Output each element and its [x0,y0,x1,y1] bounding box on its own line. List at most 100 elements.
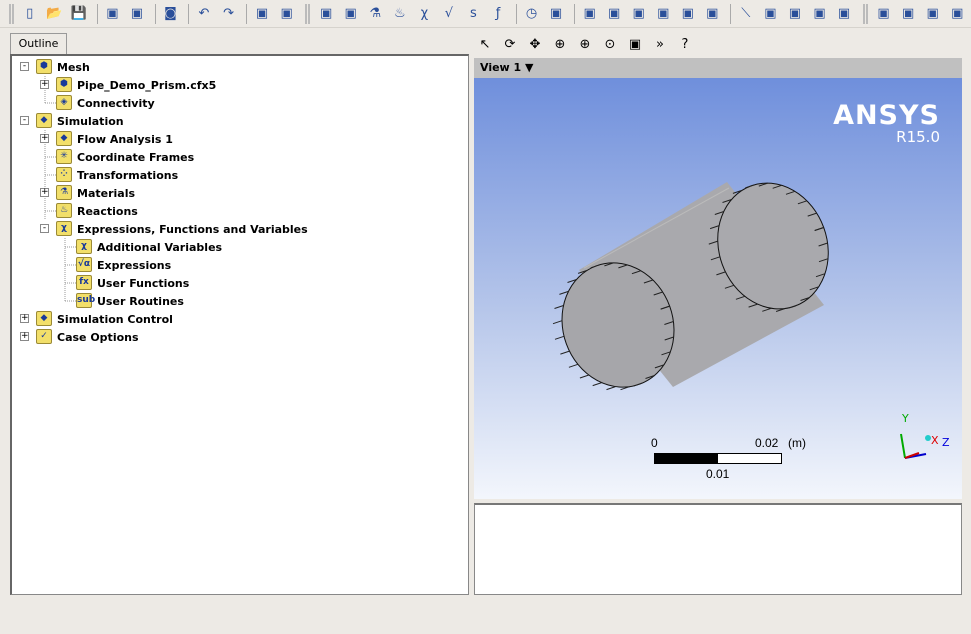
tree-item[interactable]: + ✓ Case Options [12,328,467,346]
tree-item-label: Additional Variables [97,240,223,254]
normal-arrow [606,386,616,391]
tree-item[interactable]: ✳ Coordinate Frames [12,148,467,166]
main-toolbar: ▯ 📂 💾 ▣ ▣ ◙ ↶ ↷ ▣ ▣ ▣ ▣ ⚗ ♨ χ √ s ƒ ◷ ▣ ▣ ▣ ▣ ▣ ▣ ▣ ⟍ ▣ ▣ ▣ ▣ ▣ ▣ ▣ ▣ [0,0,971,28]
source-point-button[interactable]: ▣ [652,3,674,25]
view-selector[interactable]: View 1 ▼ [474,58,962,78]
monitor-plot-button[interactable]: ▣ [897,3,919,25]
coordinate-frames-icon: ✳ [56,149,72,164]
tree-item[interactable]: + ⬢ Pipe_Demo_Prism.cfx5 [12,76,467,94]
tree-item[interactable]: - ⬢ Mesh [12,58,467,76]
tree-item-label: Connectivity [77,96,155,110]
additional-variable-button[interactable]: χ [414,3,436,25]
new-file-button[interactable]: ▯ [19,3,41,25]
axis-triad: Y X Z [892,412,952,462]
import-mesh-button[interactable]: ▣ [251,3,273,25]
user-function-button[interactable]: ƒ [487,3,509,25]
initialization-button[interactable]: ▣ [702,3,724,25]
monitor-stop-button[interactable]: ▣ [922,3,944,25]
additional-variables-icon: χ [76,239,92,254]
tree-item-label: User Routines [97,294,184,308]
subdomain-box-button[interactable]: ▣ [628,3,650,25]
reaction-button[interactable]: ♨ [389,3,411,25]
tree-item[interactable]: sub User Routines [12,292,467,310]
tree-item[interactable]: √α Expressions [12,256,467,274]
scale-mid: 0.01 [706,467,730,481]
normal-arrow [592,382,602,387]
mesh-adaption-button[interactable]: ▣ [677,3,699,25]
flow-analysis-icon: ◆ [56,131,72,146]
collapse-icon[interactable]: - [40,224,49,233]
save-file-button[interactable]: 💾 [68,3,90,25]
monitor-button[interactable]: ⟍ [735,3,757,25]
pan-tool-button[interactable]: ✥ [524,34,546,56]
axis-y-label: Y [902,412,909,425]
output-panel [474,503,962,595]
tree-item-label: Simulation [57,114,124,128]
expand-icon[interactable]: + [20,314,29,323]
tree-item[interactable]: χ Additional Variables [12,238,467,256]
run-definition-button[interactable]: ▣ [760,3,782,25]
expand-icon[interactable]: + [40,80,49,89]
rotate-tool-button[interactable]: ⟳ [499,34,521,56]
boundary-button[interactable]: ▣ [579,3,601,25]
3d-viewport[interactable]: ANSYS R15.0 0 0.02 (m) 0.01 Y X Z [474,78,962,499]
expand-icon[interactable]: + [40,188,49,197]
domain-button[interactable]: ▣ [315,3,337,25]
connectivity-icon: ◈ [56,95,72,110]
redo-button[interactable]: ↷ [218,3,240,25]
tree-item-label: Expressions, Functions and Variables [77,222,308,236]
normal-arrow [552,320,563,325]
expand-icon[interactable]: + [40,134,49,143]
screenshot-button[interactable]: ◙ [160,3,182,25]
interface-button[interactable]: ▣ [603,3,625,25]
expression-button[interactable]: √ [438,3,460,25]
tab-outline[interactable]: Outline [10,33,67,55]
tree-item-label: Flow Analysis 1 [77,132,173,146]
zoom-fit-tool-button[interactable]: ⊙ [599,34,621,56]
tree-item[interactable]: - ◆ Simulation [12,112,467,130]
normal-arrow [560,350,570,355]
tree-item[interactable]: fx User Functions [12,274,467,292]
collapse-icon[interactable]: - [20,116,29,125]
outline-tree: - ⬢ Mesh + ⬢ Pipe_Demo_Prism.cfx5 ◈ Connectivit… [10,54,469,595]
select-tool-button[interactable]: ↖ [474,34,496,56]
tree-item-label: Coordinate Frames [77,150,195,164]
expand-icon[interactable]: + [20,332,29,341]
report-button[interactable]: ▣ [833,3,855,25]
edit-run-button[interactable]: ▣ [873,3,895,25]
scale-unit: (m) [788,436,806,450]
tree-item[interactable]: ⁘ Transformations [12,166,467,184]
more-tool-button[interactable]: » [649,34,671,56]
axis-z-label: Z [942,436,950,449]
mesh-region-button[interactable]: ▣ [809,3,831,25]
transform-mesh-button[interactable]: ▣ [276,3,298,25]
material-button[interactable]: ⚗ [364,3,386,25]
tree-item[interactable]: + ⚗ Materials [12,184,467,202]
tree-item[interactable]: ♨ Reactions [12,202,467,220]
tree-item[interactable]: + ◆ Simulation Control [12,310,467,328]
zoom-box-tool-button[interactable]: ⊕ [574,34,596,56]
axis-x-label: X [931,434,939,447]
normal-arrow [579,374,590,379]
solver-control-button[interactable]: ◷ [521,3,543,25]
help-tool-button[interactable]: ? [674,34,696,56]
tree-item-label: Mesh [57,60,90,74]
scale-start: 0 [651,436,658,450]
tree-item[interactable]: - χ Expressions, Functions and Variables [12,220,467,238]
output-control-button[interactable]: ▣ [545,3,567,25]
save-results-button[interactable]: ▣ [946,3,968,25]
save-case-button[interactable]: ▣ [126,3,148,25]
tree-item[interactable]: ◈ Connectivity [12,94,467,112]
tree-item-label: Expressions [97,258,172,272]
open-case-button[interactable]: ▣ [102,3,124,25]
tree-item[interactable]: + ◆ Flow Analysis 1 [12,130,467,148]
undo-button[interactable]: ↶ [193,3,215,25]
solver-units-button[interactable]: ▣ [784,3,806,25]
user-routine-button[interactable]: s [463,3,485,25]
fit-view-tool-button[interactable]: ▣ [624,34,646,56]
normal-arrow [568,363,579,368]
open-file-button[interactable]: 📂 [44,3,66,25]
collapse-icon[interactable]: - [20,62,29,71]
subdomain-button[interactable]: ▣ [340,3,362,25]
zoom-tool-button[interactable]: ⊕ [549,34,571,56]
